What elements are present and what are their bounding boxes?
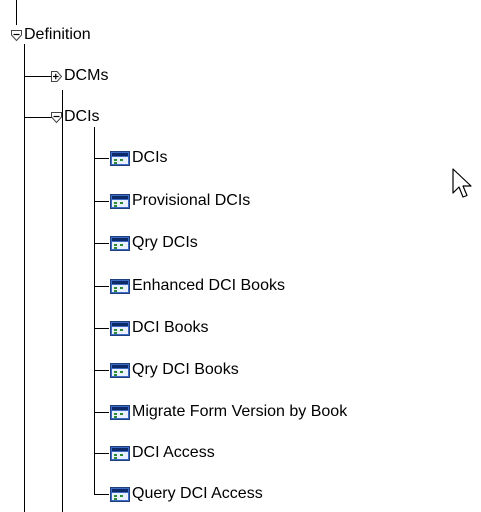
tree-connector [94, 286, 109, 287]
tree-item-label: DCI Books [132, 319, 209, 336]
tree-connector [94, 127, 95, 494]
tree-connector [94, 494, 109, 495]
tree-item-label: DCIs [132, 149, 168, 166]
form-window-icon [110, 486, 130, 502]
mouse-pointer-icon [452, 168, 472, 198]
tree-node-label: Definition [24, 26, 91, 43]
tree-item-dcis[interactable]: DCIs [110, 147, 169, 169]
tree-item-dci-books[interactable]: DCI Books [110, 317, 209, 339]
tree-connector [94, 453, 109, 454]
tree-item-label: Query DCI Access [132, 485, 263, 502]
tree-item-query-dci-access[interactable]: Query DCI Access [110, 483, 264, 505]
tree-node-label: DCIs [64, 108, 100, 125]
form-window-icon [110, 445, 130, 461]
form-window-icon [110, 278, 130, 294]
tree-node-definition[interactable]: Definition [10, 24, 92, 46]
tree-item-label: Migrate Form Version by Book [132, 403, 348, 420]
tree-item-label: Provisional DCIs [132, 192, 251, 209]
form-window-icon [110, 404, 130, 420]
tree-item-qry-dcis[interactable]: Qry DCIs [110, 232, 199, 254]
tree-item-migrate-form-version-by-book[interactable]: Migrate Form Version by Book [110, 401, 348, 423]
tree-item-dci-access[interactable]: DCI Access [110, 442, 216, 464]
tree-connector [94, 328, 109, 329]
tree-connector [94, 243, 109, 244]
collapse-toggle-icon[interactable] [50, 111, 63, 124]
tree-item-label: Qry DCI Books [132, 361, 239, 378]
form-window-icon [110, 193, 130, 209]
tree-item-label: DCI Access [132, 444, 215, 461]
tree-connector [16, 0, 17, 25]
tree-connector [94, 370, 109, 371]
expand-toggle-icon[interactable] [50, 70, 63, 83]
tree-node-label: DCMs [64, 67, 109, 84]
tree-item-qry-dci-books[interactable]: Qry DCI Books [110, 359, 240, 381]
tree-connector [94, 201, 109, 202]
form-window-icon [110, 320, 130, 336]
form-window-icon [110, 362, 130, 378]
form-window-icon [110, 235, 130, 251]
tree-item-provisional-dcis[interactable]: Provisional DCIs [110, 190, 251, 212]
tree-connector [94, 412, 109, 413]
collapse-toggle-icon[interactable] [10, 29, 23, 42]
tree-item-label: Enhanced DCI Books [132, 277, 285, 294]
tree-connector [24, 44, 25, 512]
tree-item-enhanced-dci-books[interactable]: Enhanced DCI Books [110, 275, 286, 297]
tree-connector [94, 158, 109, 159]
tree-node-dcms[interactable]: DCMs [50, 65, 109, 87]
tree-item-label: Qry DCIs [132, 234, 198, 251]
tree-node-dcis-folder[interactable]: DCIs [50, 106, 101, 128]
form-window-icon [110, 150, 130, 166]
tree-connector [62, 90, 63, 512]
